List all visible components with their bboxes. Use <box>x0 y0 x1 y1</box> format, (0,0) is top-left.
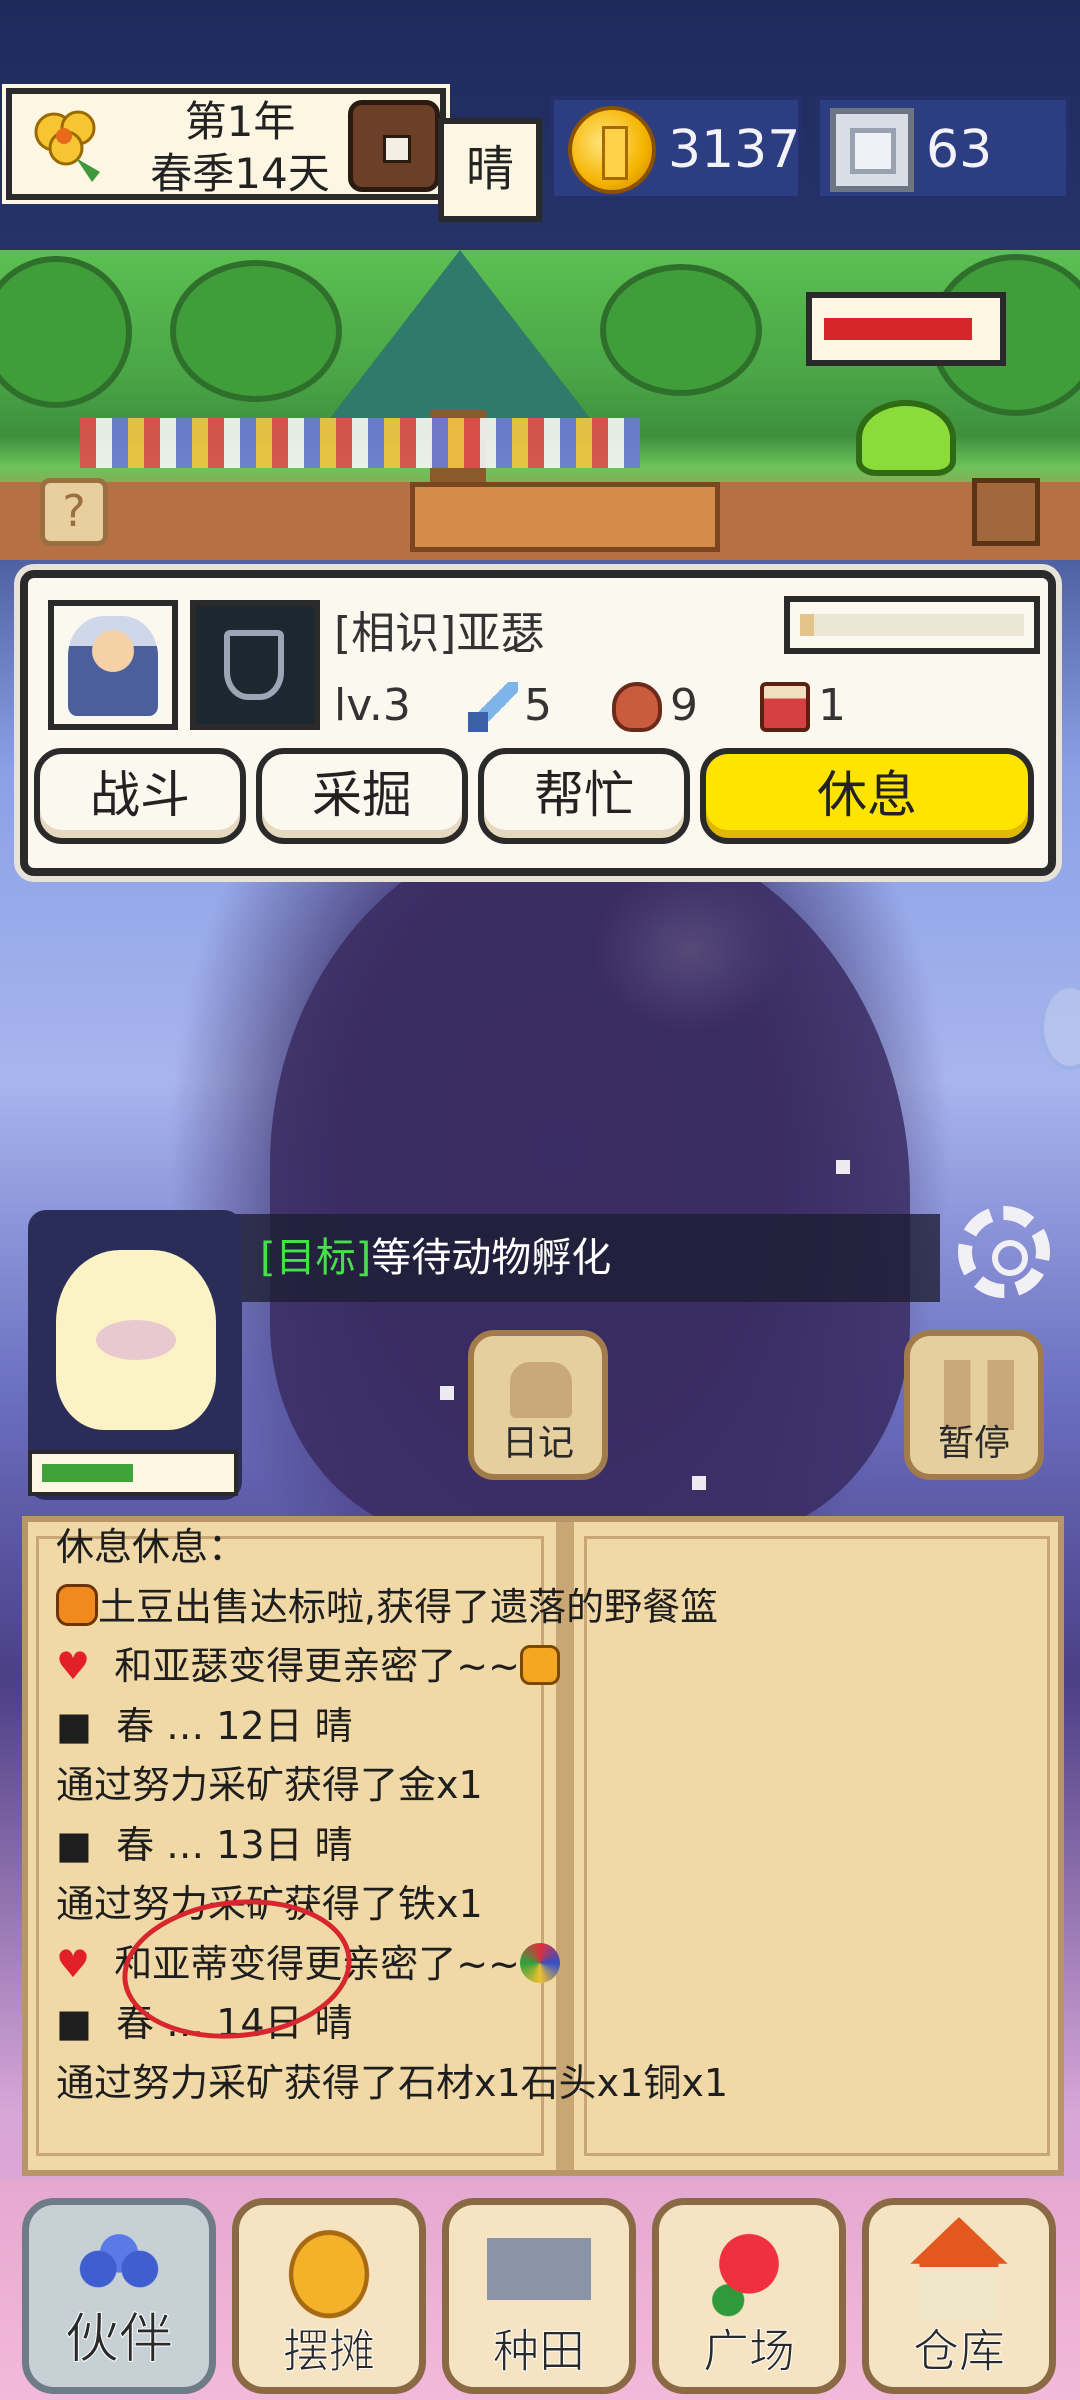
diary-icon <box>510 1362 572 1418</box>
date-card[interactable]: 第1年 春季14天 <box>6 88 446 200</box>
help-button[interactable]: 帮忙 <box>478 748 690 844</box>
sparkle <box>440 1386 454 1400</box>
goal-tag: [目标] <box>260 1235 372 1281</box>
date-text: 第1年 春季14天 <box>130 96 350 200</box>
clock-icon[interactable] <box>348 100 440 192</box>
potion-value: 1 <box>818 680 846 731</box>
bag-icon[interactable] <box>972 478 1040 546</box>
log-line: ■ 春 … 12日 晴 <box>56 1697 1036 1757</box>
fan-emoji-icon <box>519 1942 560 1983</box>
nav-label: 广场 <box>703 2324 796 2379</box>
season-day-label: 春季14天 <box>150 149 330 198</box>
potato-emoji-icon <box>56 1583 98 1626</box>
potion-icon <box>760 682 810 732</box>
companion-name: [相识]亚瑟 <box>334 608 545 659</box>
diary-button[interactable]: 日记 <box>468 1330 608 1480</box>
square-icon: ■ <box>56 1822 92 1867</box>
log-line: 土豆出售达标啦,获得了遗落的野餐篮 <box>56 1578 1036 1638</box>
companion-portrait[interactable] <box>48 600 178 730</box>
fight-button[interactable]: 战斗 <box>34 748 246 844</box>
hamster-pet-icon <box>56 1250 216 1430</box>
log-line: ■ 春 … 13日 晴 <box>56 1816 1036 1876</box>
goal-bar: [目标]等待动物孵化 <box>200 1214 940 1302</box>
square-icon: ■ <box>56 1703 92 1748</box>
enemy-hp-bar <box>806 292 1006 366</box>
house-icon <box>907 2217 1011 2321</box>
knight-avatar-icon <box>68 616 158 716</box>
log-line-text: 和亚瑟变得更亲密了~~ <box>114 1644 520 1688</box>
nav-partner[interactable]: 伙伴 <box>22 2198 216 2394</box>
flower-bed <box>80 418 640 468</box>
dig-button[interactable]: 采掘 <box>256 748 468 844</box>
slime-icon[interactable] <box>856 400 956 476</box>
exp-fill <box>800 614 814 636</box>
nav-label: 伙伴 <box>65 2307 174 2371</box>
bottom-nav: 伙伴 摆摊 种田 广场 仓库 <box>0 2180 1080 2400</box>
silver-block-icon <box>830 108 914 192</box>
log-line: 休息休息： <box>56 1518 1036 1578</box>
pet-card[interactable] <box>28 1210 242 1500</box>
square-icon: ■ <box>56 2001 92 2045</box>
silver-value: 63 <box>926 120 993 180</box>
pause-button[interactable]: 暂停 <box>904 1330 1044 1480</box>
log-line-text: 土豆出售达标啦,获得了遗落的野餐篮 <box>98 1584 719 1629</box>
year-label: 第1年 <box>184 97 296 146</box>
log-line-text: 春 … 12日 晴 <box>116 1703 353 1748</box>
heart-icon: ♥ <box>56 1644 91 1688</box>
pet-progress-fill <box>42 1464 133 1482</box>
log-line-text: 休息休息： <box>56 1525 247 1569</box>
shield-icon <box>224 630 284 700</box>
nav-plaza[interactable]: 广场 <box>652 2198 846 2394</box>
companion-panel: [相识]亚瑟 lv.3 5 9 1 战斗 采掘 帮忙 休息 <box>20 570 1056 876</box>
gear-icon[interactable] <box>958 1206 1050 1298</box>
pet-progress-bar <box>28 1450 238 1496</box>
log-line: 通过努力采矿获得了石材x1石头x1铜x1 <box>56 2054 1036 2114</box>
wooden-fence <box>410 482 720 552</box>
bush <box>170 260 342 402</box>
nav-label: 种田 <box>493 2324 586 2379</box>
diary-label: 日记 <box>501 1423 574 1464</box>
face-emoji-icon <box>519 1645 560 1685</box>
nav-warehouse[interactable]: 仓库 <box>862 2198 1056 2394</box>
flower-icon <box>697 2217 801 2321</box>
weather-indicator: 晴 <box>438 118 542 222</box>
gold-value: 3137 <box>668 120 801 180</box>
gold-coin-icon <box>568 106 656 194</box>
gold-counter: 3137 <box>550 96 802 200</box>
exp-bar <box>784 596 1040 654</box>
attack-value: 5 <box>524 680 552 731</box>
nav-label: 摆摊 <box>283 2324 376 2379</box>
bush <box>600 264 762 396</box>
sword-icon <box>468 682 518 732</box>
heart-icon: ♥ <box>56 1941 91 1986</box>
nav-farm[interactable]: 种田 <box>442 2198 636 2394</box>
log-line: 通过努力采矿获得了金x1 <box>56 1756 1036 1816</box>
bush <box>0 256 132 408</box>
armor-icon <box>612 682 662 732</box>
sparkle <box>836 1160 850 1174</box>
sparkle <box>692 1476 706 1490</box>
log-line: ♥ 和亚瑟变得更亲密了~~ <box>56 1637 1036 1697</box>
rest-button[interactable]: 休息 <box>700 748 1034 844</box>
goal-text: 等待动物孵化 <box>371 1235 612 1281</box>
companion-level: lv.3 <box>334 680 411 731</box>
pause-label: 暂停 <box>937 1423 1010 1464</box>
log-line-text: 春 … 13日 晴 <box>116 1822 353 1867</box>
nav-label: 仓库 <box>913 2324 1006 2379</box>
stall-icon <box>277 2217 381 2321</box>
equipment-slot[interactable] <box>190 600 320 730</box>
enemy-hp-fill <box>824 318 972 340</box>
exp-track <box>800 614 1024 636</box>
flower-icon <box>20 102 116 188</box>
watering-can-icon <box>487 2217 591 2321</box>
defense-value: 9 <box>670 680 698 731</box>
silver-counter: 63 <box>816 96 1070 200</box>
log-line-text: 通过努力采矿获得了金x1 <box>56 1763 483 1807</box>
help-icon[interactable]: ? <box>40 478 108 546</box>
nav-stall[interactable]: 摆摊 <box>232 2198 426 2394</box>
log-line-text: 通过努力采矿获得了石材x1石头x1铜x1 <box>56 2060 728 2105</box>
log-book: 休息休息： 土豆出售达标啦,获得了遗落的野餐篮 ♥ 和亚瑟变得更亲密了~~ ■ … <box>22 1516 1064 2176</box>
